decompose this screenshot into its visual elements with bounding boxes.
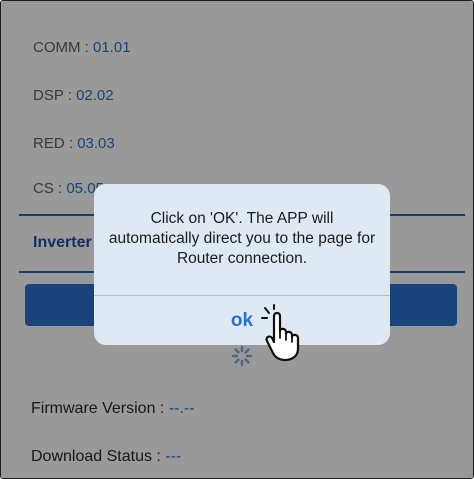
tap-hand-icon <box>261 304 300 362</box>
dialog-message: Click on 'OK'. The APP will automaticall… <box>108 210 376 267</box>
phone-frame: COMM : 01.01 DSP : 02.02 RED : 03.03 CS … <box>0 0 474 479</box>
router-redirect-dialog: Click on 'OK'. The APP will automaticall… <box>94 184 390 345</box>
ok-button[interactable]: ok <box>94 296 390 345</box>
